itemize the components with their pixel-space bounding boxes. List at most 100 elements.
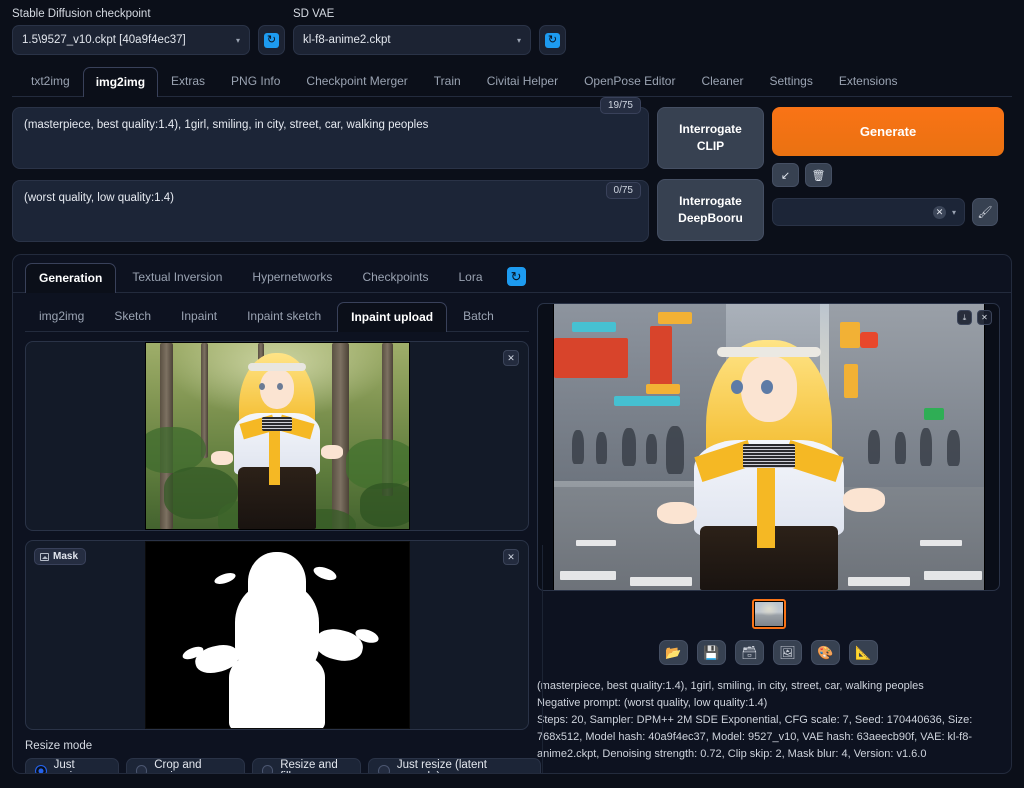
refresh-checkpoint-button[interactable]: ↻ bbox=[258, 25, 285, 55]
tab-checkpoint-merger[interactable]: Checkpoint Merger bbox=[293, 66, 420, 96]
tab-cleaner[interactable]: Cleaner bbox=[688, 66, 756, 96]
tab-hypernetworks[interactable]: Hypernetworks bbox=[238, 262, 346, 292]
tab-extensions[interactable]: Extensions bbox=[826, 66, 911, 96]
interrogate-clip-line1: Interrogate bbox=[679, 121, 742, 136]
main-tab-bar: txt2img img2img Extras PNG Info Checkpoint M… bbox=[12, 66, 1012, 97]
resize-option-just-resize[interactable]: Just resize bbox=[25, 758, 119, 773]
save-button[interactable]: 💾 bbox=[697, 640, 726, 665]
negative-prompt-input[interactable]: (worst quality, low quality:1.4) bbox=[12, 180, 649, 242]
negative-token-counter: 0/75 bbox=[605, 182, 641, 199]
refresh-icon: ↻ bbox=[510, 268, 522, 284]
resize-option-just-resize-latent-upscale-[interactable]: Just resize (latent upscale) bbox=[368, 758, 541, 773]
pane-divider bbox=[542, 545, 543, 773]
close-icon[interactable]: ✕ bbox=[977, 310, 992, 325]
panel-body: img2img Sketch Inpaint Inpaint sketch Inpain… bbox=[13, 293, 1011, 773]
tab-civitai-helper[interactable]: Civitai Helper bbox=[474, 66, 571, 96]
download-icon[interactable]: ⤓ bbox=[957, 310, 972, 325]
send-to-inpaint-button[interactable]: 🎨 bbox=[811, 640, 840, 665]
refresh-vae-button[interactable]: ↻ bbox=[539, 25, 566, 55]
resize-option-resize-and-fill[interactable]: Resize and fill bbox=[251, 758, 362, 773]
save-icon: 💾 bbox=[703, 644, 720, 660]
send-to-extras-button[interactable]: 📐 bbox=[849, 640, 878, 665]
thumbnail-item[interactable] bbox=[751, 599, 786, 629]
open-folder-button[interactable]: 📂 bbox=[659, 640, 688, 665]
main-panel: Generation Textual Inversion Hypernetworks… bbox=[12, 254, 1012, 774]
checkpoint-group: Stable Diffusion checkpoint 1.5\9527_v10… bbox=[12, 8, 250, 55]
tab-checkpoints[interactable]: Checkpoints bbox=[348, 262, 442, 292]
tab-train[interactable]: Train bbox=[421, 66, 474, 96]
radio-icon bbox=[378, 765, 390, 773]
generation-info: (masterpiece, best quality:1.4), 1girl, … bbox=[537, 678, 1000, 763]
result-thumbnails bbox=[537, 599, 1000, 629]
send-to-extras-icon: 📐 bbox=[855, 644, 872, 660]
open-folder-icon: 📂 bbox=[665, 644, 682, 660]
generation-tab-bar: Generation Textual Inversion Hypernetworks… bbox=[13, 255, 1011, 293]
checkpoint-value: 1.5\9527_v10.ckpt [40a9f4ec37] bbox=[22, 34, 186, 46]
refresh-icon: ↻ bbox=[545, 32, 560, 48]
apply-style-button[interactable]: 🖌 bbox=[972, 198, 998, 226]
vae-group: SD VAE kl-f8-anime2.ckpt ▾ bbox=[293, 8, 531, 55]
resize-mode-label: Resize mode bbox=[25, 740, 93, 752]
clear-styles-icon[interactable]: ✕ bbox=[932, 205, 946, 219]
geninfo-params: Steps: 20, Sampler: DPM++ 2M SDE Exponen… bbox=[537, 714, 973, 761]
checkpoint-label: Stable Diffusion checkpoint bbox=[12, 8, 151, 20]
prompt-side-controls: Interrogate CLIP Interrogate DeepBooru G… bbox=[657, 107, 1012, 241]
interrogate-deepbooru-button[interactable]: Interrogate DeepBooru bbox=[657, 179, 764, 241]
webui-root: Stable Diffusion checkpoint 1.5\9527_v10… bbox=[0, 0, 1024, 788]
send-to-img2img-button[interactable]: 🖼 bbox=[773, 640, 802, 665]
tab-generation[interactable]: Generation bbox=[25, 263, 117, 293]
chevron-down-icon: ▾ bbox=[235, 35, 240, 45]
resize-option-label: Just resize (latent upscale) bbox=[396, 759, 487, 773]
checkpoint-select[interactable]: 1.5\9527_v10.ckpt [40a9f4ec37] ▾ bbox=[12, 25, 250, 55]
save-zip-button[interactable]: 🗃 bbox=[735, 640, 764, 665]
tab-sketch[interactable]: Sketch bbox=[100, 301, 165, 331]
tab-batch[interactable]: Batch bbox=[449, 301, 508, 331]
tab-inpaint-upload[interactable]: Inpaint upload bbox=[337, 302, 448, 332]
trash-icon: 🗑 bbox=[811, 169, 826, 182]
inpaint-mask-image-card[interactable]: Mask ✕ bbox=[25, 540, 529, 730]
inpaint-source-image-card[interactable]: ✕ bbox=[25, 341, 529, 531]
save-zip-icon: 🗃 bbox=[741, 644, 758, 660]
tab-img2img[interactable]: img2img bbox=[82, 67, 159, 97]
styles-dropdown[interactable]: ✕ ▾ bbox=[772, 198, 965, 226]
tab-inpaint-sketch[interactable]: Inpaint sketch bbox=[233, 301, 335, 331]
tab-textual-inversion[interactable]: Textual Inversion bbox=[118, 262, 236, 292]
positive-prompt-input[interactable]: (masterpiece, best quality:1.4), 1girl, … bbox=[12, 107, 649, 169]
tab-png-info[interactable]: PNG Info bbox=[218, 66, 293, 96]
resize-option-label: Resize and fill bbox=[280, 759, 338, 773]
restore-progress-icon-button[interactable]: ↙ bbox=[772, 163, 799, 187]
refresh-networks-button[interactable]: ↻ bbox=[506, 267, 526, 286]
result-action-buttons: 📂 💾 🗃 🖼 🎨 📐 bbox=[537, 640, 1000, 665]
resize-mode-section: Resize mode Just resize Crop and resize Re… bbox=[25, 730, 541, 773]
prompt-column: 19/75 (masterpiece, best quality:1.4), 1… bbox=[12, 97, 649, 242]
tab-txt2img[interactable]: txt2img bbox=[18, 66, 83, 96]
interrogate-clip-button[interactable]: Interrogate CLIP bbox=[657, 107, 764, 169]
radio-icon bbox=[35, 765, 47, 773]
tab-img2img[interactable]: img2img bbox=[25, 301, 98, 331]
geninfo-prompt: (masterpiece, best quality:1.4), 1girl, … bbox=[537, 680, 924, 692]
tab-lora[interactable]: Lora bbox=[444, 262, 496, 292]
send-to-img2img-icon: 🖼 bbox=[779, 644, 796, 660]
tab-settings[interactable]: Settings bbox=[756, 66, 825, 96]
mask-image bbox=[144, 541, 410, 729]
vae-label: SD VAE bbox=[293, 8, 335, 20]
tab-extras[interactable]: Extras bbox=[158, 66, 218, 96]
generate-button[interactable]: Generate bbox=[772, 107, 1004, 156]
resize-option-label: Crop and resize bbox=[154, 759, 202, 773]
interrogate-column: Interrogate CLIP Interrogate DeepBooru bbox=[657, 107, 764, 241]
positive-token-counter: 19/75 bbox=[599, 97, 641, 114]
vae-select[interactable]: kl-f8-anime2.ckpt ▾ bbox=[293, 25, 531, 55]
source-image bbox=[144, 342, 410, 530]
arrow-icon: ↙ bbox=[780, 169, 791, 182]
tab-inpaint[interactable]: Inpaint bbox=[167, 301, 231, 331]
close-icon[interactable]: ✕ bbox=[503, 350, 519, 366]
result-gallery[interactable]: ⤓ ✕ bbox=[537, 303, 1000, 591]
radio-icon bbox=[261, 765, 274, 773]
image-icon bbox=[40, 552, 49, 561]
resize-option-crop-and-resize[interactable]: Crop and resize bbox=[125, 758, 245, 773]
close-icon[interactable]: ✕ bbox=[503, 549, 519, 565]
tab-openpose-editor[interactable]: OpenPose Editor bbox=[571, 66, 688, 96]
clear-prompt-button[interactable]: 🗑 bbox=[805, 163, 832, 187]
chevron-down-icon: ▾ bbox=[516, 35, 521, 45]
resize-option-label: Just resize bbox=[53, 759, 85, 773]
